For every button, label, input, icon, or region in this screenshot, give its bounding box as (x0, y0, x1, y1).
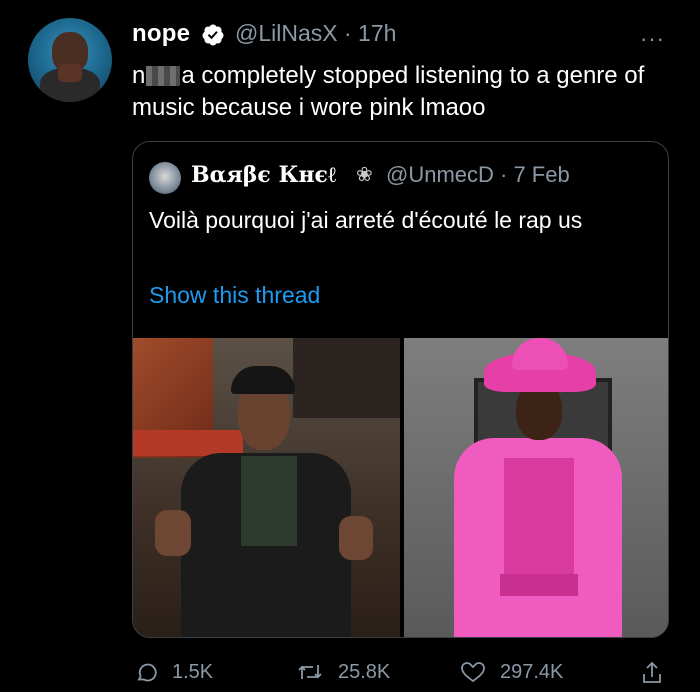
like-icon (461, 662, 485, 683)
retweet-icon (298, 665, 322, 679)
flower-icon: ❀ (356, 164, 373, 186)
quoted-tweet-text: Voilà pourquoi j'ai arreté d'écouté le r… (149, 207, 583, 233)
share-icon (643, 661, 661, 683)
tweet-text: na completely stopped listening to a gen… (132, 60, 672, 124)
quoted-tweet-card[interactable]: Βαяβє Кнєℓ ❀ @UnmecD · 7 Feb Voilà pourq… (132, 141, 669, 638)
reply-icon (137, 663, 157, 682)
author-display-name[interactable]: nope (132, 20, 190, 48)
quoted-author-avatar (149, 162, 181, 194)
quoted-author-display-name: Βαяβє Кнєℓ (191, 162, 337, 188)
share-button[interactable] (640, 660, 678, 686)
show-thread-link[interactable]: Show this thread (149, 282, 320, 309)
retweet-count: 25.8K (338, 660, 391, 683)
like-button[interactable]: 297.4K (460, 660, 563, 684)
verified-badge-icon (202, 24, 224, 46)
quoted-photo-left[interactable] (133, 338, 400, 637)
reply-button[interactable]: 1.5K (134, 660, 213, 684)
reply-count: 1.5K (172, 660, 214, 683)
tweet-text-rest: a completely stopped listening to a genr… (132, 62, 645, 121)
retweet-button[interactable]: 25.8K (296, 660, 390, 684)
tweet-action-bar: 1.5K 25.8K 297.4K (0, 648, 700, 692)
tweet-text-start: n (132, 62, 146, 89)
quoted-photo-right[interactable] (404, 338, 668, 637)
like-count: 297.4K (500, 660, 564, 683)
author-avatar[interactable] (28, 18, 112, 102)
quoted-author-handle-date: @UnmecD · 7 Feb (386, 162, 570, 187)
author-handle-timestamp[interactable]: @LilNasX · 17h (235, 20, 396, 47)
censored-word-blur (146, 66, 181, 86)
more-icon[interactable]: ··· (640, 26, 665, 52)
